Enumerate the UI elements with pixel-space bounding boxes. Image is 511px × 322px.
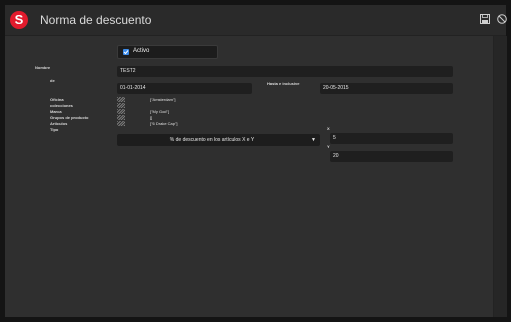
nombre-input[interactable]: TEST2 (117, 66, 453, 77)
grupos-value: [] (150, 115, 153, 120)
vertical-scrollbar[interactable] (493, 36, 507, 317)
edit-oficina-icon[interactable] (117, 97, 125, 102)
de-label: de (50, 78, 55, 83)
cancel-icon[interactable] (497, 14, 507, 24)
hasta-date-input[interactable]: 20-05-2015 (320, 83, 453, 94)
articulos-value: ["6 Drake Cap"] (150, 121, 178, 126)
tipo-label: Tipo (50, 127, 59, 132)
app-window: S Norma de descuento Activo Nombre TEST2… (5, 5, 507, 317)
title-bar: S Norma de descuento (5, 5, 507, 36)
hasta-label: Hasta e inclusive (267, 81, 300, 86)
nombre-label: Nombre (35, 65, 51, 70)
edit-grupos-icon[interactable] (117, 115, 125, 120)
oficina-value: ["Amsterdam"] (150, 97, 176, 102)
tipo-select[interactable]: % de descuento en los artículos X e Y ▼ (117, 134, 320, 146)
save-icon[interactable] (480, 14, 490, 24)
page-title: Norma de descuento (40, 13, 152, 27)
x-input[interactable]: 5 (330, 133, 453, 144)
edit-marca-icon[interactable] (117, 109, 125, 114)
marca-label: Marca (50, 109, 62, 114)
activo-toggle[interactable]: Activo (117, 45, 218, 59)
edit-articulos-icon[interactable] (117, 121, 125, 126)
chevron-down-icon: ▼ (311, 137, 316, 143)
marca-value: ["My God"] (150, 109, 170, 114)
form-area: Activo Nombre TEST2 de 01-01-2014 Hasta … (5, 36, 493, 317)
x-label: X (327, 126, 330, 131)
checkbox-checked-icon[interactable] (123, 49, 129, 55)
y-input[interactable]: 20 (330, 151, 453, 162)
colecciones-label: colecciones (50, 103, 73, 108)
oficina-label: Oficina (50, 97, 64, 102)
articulos-label: Articulos (50, 121, 68, 126)
edit-colecciones-icon[interactable] (117, 103, 125, 108)
grupos-label: Grupos de producto (50, 115, 89, 120)
tipo-selected-value: % de descuento en los artículos X e Y (169, 137, 255, 143)
de-date-input[interactable]: 01-01-2014 (117, 83, 252, 94)
activo-label: Activo (133, 48, 150, 54)
app-logo: S (10, 11, 28, 29)
y-label: Y (327, 144, 330, 149)
